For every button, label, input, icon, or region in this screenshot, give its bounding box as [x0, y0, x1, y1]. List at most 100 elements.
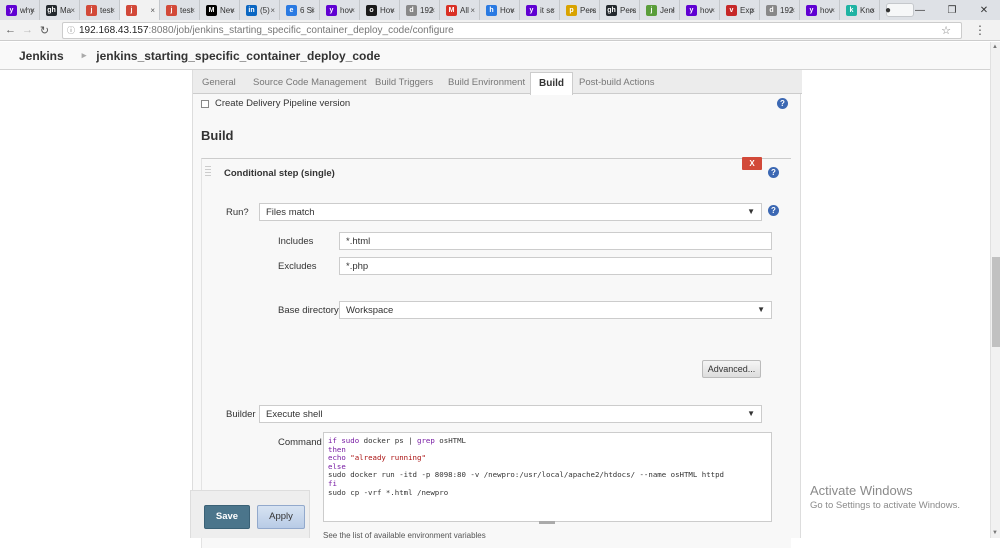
drag-handle-icon[interactable]: [205, 166, 211, 176]
browser-tab[interactable]: j ×: [120, 0, 160, 20]
command-line: if sudo docker ps | grep osHTML: [328, 436, 466, 445]
browser-tab[interactable]: gh Pers ×: [600, 0, 640, 20]
delete-step-button[interactable]: X: [742, 157, 762, 170]
browser-tab[interactable]: d 192 ×: [400, 0, 440, 20]
browser-tab[interactable]: j test ×: [80, 0, 120, 20]
builder-select[interactable]: Execute shell ▼: [259, 405, 762, 423]
includes-input[interactable]: *.html: [339, 232, 772, 250]
browser-tab[interactable]: e6 Si ×: [280, 0, 320, 20]
close-tab-icon[interactable]: ×: [350, 6, 355, 15]
browser-tab[interactable]: y it sc ×: [520, 0, 560, 20]
close-tab-icon[interactable]: ×: [190, 6, 195, 15]
close-tab-icon[interactable]: ×: [70, 6, 75, 15]
scroll-up-icon[interactable]: ▲: [992, 44, 998, 50]
run-help-icon[interactable]: ?: [768, 205, 779, 216]
close-tab-icon[interactable]: ×: [830, 6, 835, 15]
tab-favicon-icon: y: [526, 4, 537, 16]
scrollbar-thumb[interactable]: [992, 257, 1000, 347]
base-directory-value: Workspace: [346, 305, 394, 316]
save-apply-bar: Save Apply: [190, 490, 310, 538]
browser-tab[interactable]: v Exp ×: [720, 0, 760, 20]
textarea-resize-handle[interactable]: [539, 521, 555, 524]
page-scrollbar[interactable]: ▲ ▼: [990, 42, 1000, 538]
tab-source-code-management[interactable]: Source Code Management: [253, 77, 367, 88]
tab-favicon-icon: M: [206, 4, 217, 16]
browser-menu-icon[interactable]: ⋮: [974, 23, 986, 37]
close-tab-icon[interactable]: ×: [550, 6, 555, 15]
browser-tab[interactable]: M All ×: [440, 0, 480, 20]
back-icon[interactable]: ←: [4, 24, 17, 36]
tab-favicon-icon: o: [366, 4, 377, 16]
close-tab-icon[interactable]: ×: [30, 6, 35, 15]
step-help-icon[interactable]: ?: [768, 167, 779, 178]
apply-button[interactable]: Apply: [257, 505, 305, 529]
run-label: Run?: [226, 207, 249, 218]
browser-tab[interactable]: y hov ×: [680, 0, 720, 20]
tab-build-environment[interactable]: Build Environment: [448, 77, 525, 88]
chevron-down-icon: ▼: [757, 305, 765, 314]
bookmark-star-icon[interactable]: ☆: [941, 24, 951, 37]
maximize-icon[interactable]: ❐: [936, 5, 968, 16]
breadcrumb-separator-icon[interactable]: ▸: [82, 50, 87, 61]
base-directory-select[interactable]: Workspace ▼: [339, 301, 772, 319]
close-tab-icon[interactable]: ×: [230, 6, 235, 15]
close-tab-icon[interactable]: ×: [110, 6, 115, 15]
browser-tab[interactable]: o Hov ×: [360, 0, 400, 20]
browser-tab[interactable]: y hov ×: [320, 0, 360, 20]
breadcrumb-jenkins[interactable]: Jenkins: [19, 49, 64, 63]
url-input[interactable]: ⓘ 192.168.43.157:8080/job/jenkins_starti…: [62, 22, 962, 39]
command-textarea[interactable]: if sudo docker ps | grep osHTML then echo …: [323, 432, 772, 522]
close-tab-icon[interactable]: ×: [790, 6, 795, 15]
tab-favicon-icon: d: [766, 4, 777, 16]
run-condition-select[interactable]: Files match ▼: [259, 203, 762, 221]
browser-tab[interactable]: y hov ×: [800, 0, 840, 20]
close-tab-icon[interactable]: ×: [270, 6, 275, 15]
close-tab-icon[interactable]: ×: [630, 6, 635, 15]
minimize-icon[interactable]: —: [904, 5, 936, 16]
chevron-down-icon: ▼: [747, 409, 755, 418]
browser-tab[interactable]: d 192 ×: [760, 0, 800, 20]
close-tab-icon[interactable]: ×: [510, 6, 515, 15]
config-panel: General Source Code Management Build Tri…: [192, 70, 802, 548]
close-tab-icon[interactable]: ×: [310, 6, 315, 15]
browser-tab-strip: y why × gh Ma × j test × j × j test × M Nev × in (5) × e 6 Si…: [0, 0, 1000, 20]
tab-post-build-actions[interactable]: Post-build Actions: [579, 77, 655, 88]
help-icon[interactable]: ?: [777, 98, 788, 109]
close-tab-icon[interactable]: ×: [710, 6, 715, 15]
profile-icon[interactable]: ●: [872, 5, 904, 16]
browser-tab[interactable]: y why ×: [0, 0, 40, 20]
advanced-button[interactable]: Advanced...: [702, 360, 761, 378]
excludes-input[interactable]: *.php: [339, 257, 772, 275]
browser-tab[interactable]: in (5) ×: [240, 0, 280, 20]
tab-build-triggers[interactable]: Build Triggers: [375, 77, 433, 88]
close-tab-icon[interactable]: ×: [750, 6, 755, 15]
close-tab-icon[interactable]: ×: [390, 6, 395, 15]
browser-tab[interactable]: gh Ma ×: [40, 0, 80, 20]
tab-build[interactable]: Build: [530, 72, 573, 95]
env-variables-link[interactable]: See the list of available environment va…: [323, 531, 486, 540]
breadcrumb-job[interactable]: jenkins_starting_specific_container_depl…: [96, 49, 380, 63]
section-title: Build: [201, 128, 234, 143]
save-button[interactable]: Save: [204, 505, 250, 529]
close-window-icon[interactable]: ✕: [968, 5, 1000, 16]
delivery-pipeline-checkbox[interactable]: [201, 99, 209, 108]
browser-tab[interactable]: h Hov ×: [480, 0, 520, 20]
close-tab-icon[interactable]: ×: [470, 6, 475, 15]
command-line: echo "already running": [328, 453, 426, 463]
tab-favicon-icon: p: [566, 4, 577, 16]
close-tab-icon[interactable]: ×: [670, 6, 675, 15]
command-line: sudo cp -vrf *.html /newpro: [328, 487, 449, 497]
scroll-down-icon[interactable]: ▼: [992, 530, 998, 536]
tab-favicon-icon: j: [126, 4, 137, 16]
close-tab-icon[interactable]: ×: [430, 6, 435, 15]
tab-general[interactable]: General: [202, 77, 236, 88]
browser-tab[interactable]: p Pers ×: [560, 0, 600, 20]
reload-icon[interactable]: ↻: [38, 24, 51, 37]
close-tab-icon[interactable]: ×: [590, 6, 595, 15]
browser-tab[interactable]: j Jenl ×: [640, 0, 680, 20]
close-tab-icon[interactable]: ×: [150, 6, 155, 15]
browser-tab[interactable]: M Nev ×: [200, 0, 240, 20]
run-condition-value: Files match: [266, 207, 315, 218]
forward-icon[interactable]: →: [21, 24, 34, 36]
browser-tab[interactable]: j test ×: [160, 0, 200, 20]
